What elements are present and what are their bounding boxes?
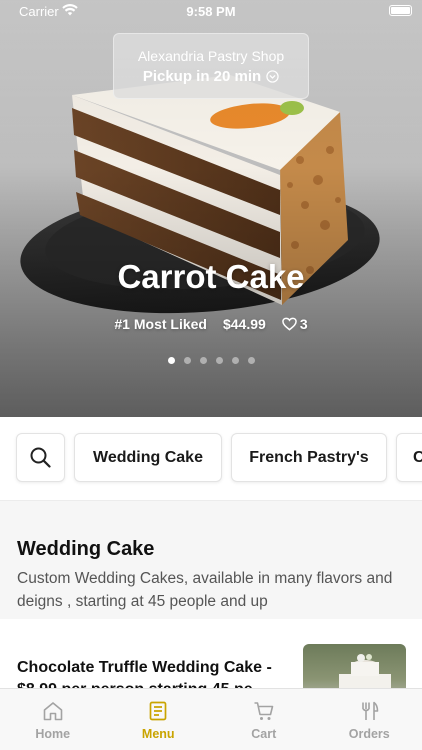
section-description: Custom Wedding Cakes, available in many … xyxy=(17,570,393,610)
section-title: Wedding Cake xyxy=(17,538,155,560)
like-count: 3 xyxy=(299,316,308,332)
tab-menu-label: Menu xyxy=(141,727,175,741)
utensils-icon xyxy=(362,701,379,720)
category-chip-wedding-cake[interactable]: Wedding Cake xyxy=(74,433,222,482)
tab-home[interactable]: Home xyxy=(0,689,106,750)
carousel-dot[interactable] xyxy=(183,357,191,364)
hero-title: Carrot Cake xyxy=(117,258,305,295)
menu-icon xyxy=(149,701,167,721)
carousel-dot[interactable] xyxy=(247,357,255,364)
clock: 9:58 PM xyxy=(186,4,236,19)
category-section-header: Wedding Cake Custom Wedding Cakes, avail… xyxy=(0,501,422,619)
pickup-label: Pickup in 20 min xyxy=(142,68,262,85)
tab-orders-label: Orders xyxy=(348,727,390,741)
tab-home-label: Home xyxy=(35,727,71,741)
store-name: Alexandria Pastry Shop xyxy=(137,48,285,64)
heart-icon xyxy=(281,317,297,331)
hero-carousel[interactable]: Carrier 9:58 PM Alexandria Pastry Shop P… xyxy=(0,0,422,417)
category-chip-next[interactable]: C xyxy=(396,433,422,482)
category-chip-french-pastry[interactable]: French Pastry's xyxy=(231,433,387,482)
chevron-down-icon xyxy=(266,70,279,83)
carousel-dots[interactable] xyxy=(0,357,422,364)
hero-price: $44.99 xyxy=(222,316,266,332)
like-button[interactable]: 3 xyxy=(281,316,308,332)
battery-icon xyxy=(389,5,412,16)
search-button[interactable] xyxy=(16,433,65,482)
hero-meta: #1 Most Liked $44.99 3 xyxy=(0,316,422,332)
store-pickup-badge[interactable]: Alexandria Pastry Shop Pickup in 20 min xyxy=(113,33,309,99)
bottom-tab-bar: Home Menu Cart Orders xyxy=(0,688,422,750)
home-icon xyxy=(43,702,63,721)
menu-item-card[interactable]: Chocolate Truffle Wedding Cake - $8.99 p… xyxy=(0,619,422,699)
tab-cart[interactable]: Cart xyxy=(211,689,317,750)
tab-menu[interactable]: Menu xyxy=(106,689,212,750)
pickup-time: Pickup in 20 min xyxy=(114,68,308,85)
cart-icon xyxy=(254,702,274,720)
carousel-dot[interactable] xyxy=(199,357,207,364)
carousel-dot[interactable] xyxy=(215,357,223,364)
tab-cart-label: Cart xyxy=(251,727,277,741)
tab-orders[interactable]: Orders xyxy=(317,689,422,750)
carousel-dot[interactable] xyxy=(231,357,239,364)
carousel-dot[interactable] xyxy=(167,357,175,364)
search-icon xyxy=(30,447,51,468)
hero-tag: #1 Most Liked xyxy=(114,316,207,332)
status-bar: Carrier 9:58 PM xyxy=(0,0,422,24)
category-bar: Wedding Cake French Pastry's C xyxy=(0,417,422,501)
